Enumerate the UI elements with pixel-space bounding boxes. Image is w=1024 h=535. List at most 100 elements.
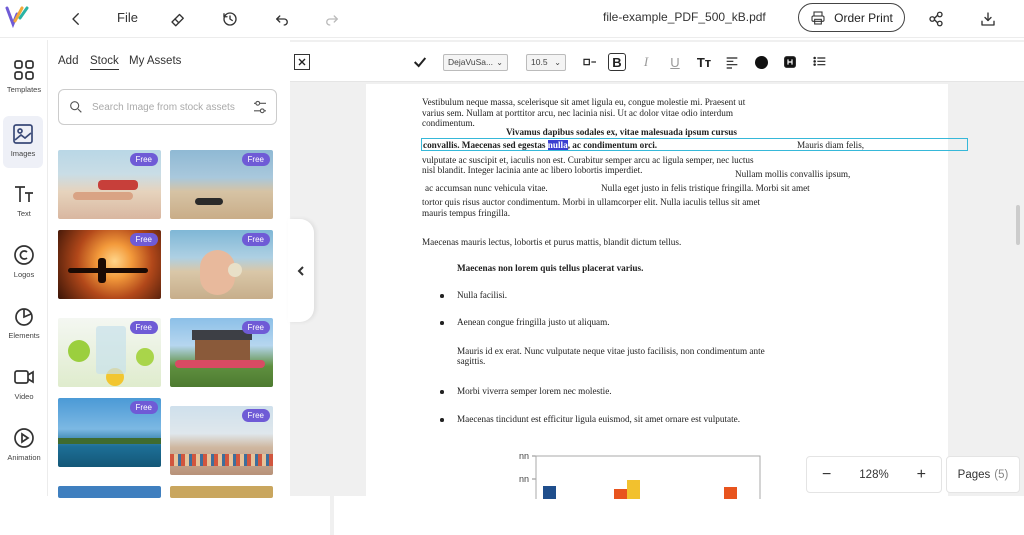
- free-badge: Free: [129, 401, 158, 414]
- stock-image-sunglasses-sand[interactable]: Free: [170, 150, 273, 219]
- text-color-icon[interactable]: [751, 52, 771, 72]
- pdf-page[interactable]: Vestibulum neque massa, scelerisque sit …: [366, 84, 968, 499]
- embedded-bar-chart[interactable]: nn nn: [502, 449, 762, 499]
- nav-video[interactable]: Video: [0, 359, 48, 411]
- app-logo[interactable]: [4, 4, 30, 30]
- chart-tick-label: nn: [519, 451, 529, 461]
- doc-text-line[interactable]: nisl blandit. Integer lacinia ante ac li…: [422, 165, 642, 176]
- doc-bullet-item[interactable]: Aenean congue fringilla justo ut aliquam…: [457, 317, 610, 328]
- bullet-dot: [440, 321, 444, 325]
- check-icon[interactable]: [410, 52, 430, 72]
- nav-images[interactable]: Images: [3, 116, 43, 168]
- stock-image-partial-1[interactable]: [58, 486, 161, 498]
- templates-icon: [14, 60, 34, 80]
- font-size-select[interactable]: 10.5 ⌄: [526, 54, 566, 71]
- download-icon[interactable]: [976, 7, 1000, 31]
- collapse-panel-button[interactable]: [288, 219, 314, 322]
- zoom-in-button[interactable]: +: [902, 466, 941, 484]
- text-direction-icon[interactable]: [580, 52, 600, 72]
- tab-my-assets[interactable]: My Assets: [129, 55, 181, 67]
- free-badge: Free: [241, 321, 270, 334]
- nav-label: Images: [10, 149, 36, 158]
- doc-text-line[interactable]: Maecenas mauris lectus, lobortis et puru…: [422, 237, 681, 248]
- panel-scrollbar[interactable]: [330, 195, 334, 535]
- bullet-dot: [440, 418, 444, 422]
- bold-button[interactable]: B: [608, 53, 626, 71]
- search-icon: [68, 99, 84, 115]
- doc-text-line[interactable]: Nulla eget justo in felis tristique frin…: [601, 183, 810, 194]
- stock-image-hand-stone[interactable]: Free: [170, 230, 273, 299]
- tab-stock[interactable]: Stock: [90, 55, 119, 70]
- nav-logos[interactable]: Logos: [0, 237, 48, 289]
- stock-image-ocean-island[interactable]: Free: [58, 398, 161, 467]
- doc-bullet-item[interactable]: Maecenas tincidunt est efficitur ligula …: [457, 414, 740, 425]
- canvas-scrollbar[interactable]: [1016, 205, 1020, 245]
- tab-add[interactable]: Add: [58, 55, 78, 67]
- doc-text-line[interactable]: ac accumsan nunc vehicula vitae.: [425, 183, 548, 194]
- doc-text-line[interactable]: Vestibulum neque massa, scelerisque sit …: [422, 97, 745, 108]
- nav-animation[interactable]: Animation: [0, 420, 48, 472]
- doc-text-part: convallis. Maecenas sed egestas: [423, 140, 548, 150]
- doc-text-line[interactable]: mauris tempus fringilla.: [422, 208, 510, 219]
- nav-templates[interactable]: Templates: [0, 52, 48, 104]
- nav-label: Video: [14, 392, 34, 401]
- doc-text-line[interactable]: sagittis.: [457, 356, 485, 367]
- elements-icon: [15, 308, 33, 326]
- doc-text-line[interactable]: Vivamus dapibus sodales ex, vitae malesu…: [506, 127, 737, 138]
- underline-button[interactable]: U: [665, 52, 685, 72]
- chart-tick-label: nn: [519, 474, 529, 484]
- doc-heading[interactable]: Maecenas non lorem quis tellus placerat …: [457, 263, 643, 274]
- document-title: file-example_PDF_500_kB.pdf: [603, 10, 766, 24]
- font-family-select[interactable]: DejaVuSa... ⌄: [443, 54, 508, 71]
- align-left-icon[interactable]: [722, 52, 742, 72]
- chart-bar[interactable]: [543, 486, 556, 499]
- images-icon: [13, 124, 33, 144]
- pages-button[interactable]: Pages (5): [946, 456, 1020, 493]
- doc-bullet-item[interactable]: Nulla facilisi.: [457, 290, 507, 301]
- chart-bar[interactable]: [627, 480, 640, 499]
- stock-image-airplane-sunset[interactable]: Free: [58, 230, 161, 299]
- undo-icon[interactable]: [270, 7, 294, 31]
- chart-bar[interactable]: [724, 487, 737, 499]
- animation-icon: [14, 428, 34, 448]
- redo-icon[interactable]: [320, 7, 344, 31]
- stock-image-country-house[interactable]: Free: [170, 318, 273, 387]
- pages-count: (5): [994, 468, 1009, 481]
- stock-image-partial-2[interactable]: [170, 486, 273, 498]
- italic-button[interactable]: I: [636, 52, 656, 72]
- nav-elements[interactable]: Elements: [0, 298, 48, 350]
- filter-icon[interactable]: [251, 98, 269, 116]
- doc-text-line[interactable]: Mauris id ex erat. Nunc vulputate neque …: [457, 346, 765, 357]
- doc-bullet-item[interactable]: Morbi viverra semper lorem nec molestie.: [457, 386, 612, 397]
- eraser-icon[interactable]: [166, 7, 190, 31]
- doc-text-line-selected[interactable]: convallis. Maecenas sed egestas nulla, a…: [423, 140, 657, 151]
- doc-text-line[interactable]: varius sem. Nullam at porttitor arcu, ne…: [422, 108, 733, 119]
- stock-image-beach-sunbathing[interactable]: Free: [58, 150, 161, 219]
- font-family-value: DejaVuSa...: [448, 57, 494, 67]
- nav-text[interactable]: Text: [0, 176, 48, 228]
- doc-text-line[interactable]: Mauris diam felis,: [797, 140, 864, 151]
- doc-text-line[interactable]: condimentum.: [422, 118, 475, 129]
- list-icon[interactable]: [810, 52, 830, 72]
- file-menu[interactable]: File: [117, 10, 138, 25]
- doc-text-line[interactable]: tortor quis risus auctor condimentum. Mo…: [422, 197, 760, 208]
- font-size-value: 10.5: [531, 57, 548, 67]
- free-badge: Free: [129, 233, 158, 246]
- back-arrow-icon[interactable]: [64, 7, 88, 31]
- doc-text-line[interactable]: Nullam mollis convallis ipsum,: [735, 169, 850, 180]
- order-print-button[interactable]: Order Print: [798, 3, 905, 32]
- highlight-icon[interactable]: [780, 52, 800, 72]
- history-icon[interactable]: [218, 7, 242, 31]
- chart-bar[interactable]: [614, 489, 627, 499]
- free-badge: Free: [241, 153, 270, 166]
- stock-image-lemonade[interactable]: Free: [58, 318, 161, 387]
- close-box-icon[interactable]: [294, 54, 310, 70]
- left-nav: Templates Images Text Logos Elements Vid…: [0, 40, 48, 496]
- share-icon[interactable]: [924, 7, 948, 31]
- search-input[interactable]: [92, 98, 242, 116]
- doc-text-line[interactable]: vulputate ac suscipit et, iaculis non es…: [422, 155, 754, 166]
- text-case-button[interactable]: Tт: [694, 52, 714, 72]
- zoom-out-button[interactable]: −: [807, 466, 846, 484]
- zoom-level: 128%: [859, 468, 889, 481]
- stock-image-crowded-beach[interactable]: Free: [170, 406, 273, 475]
